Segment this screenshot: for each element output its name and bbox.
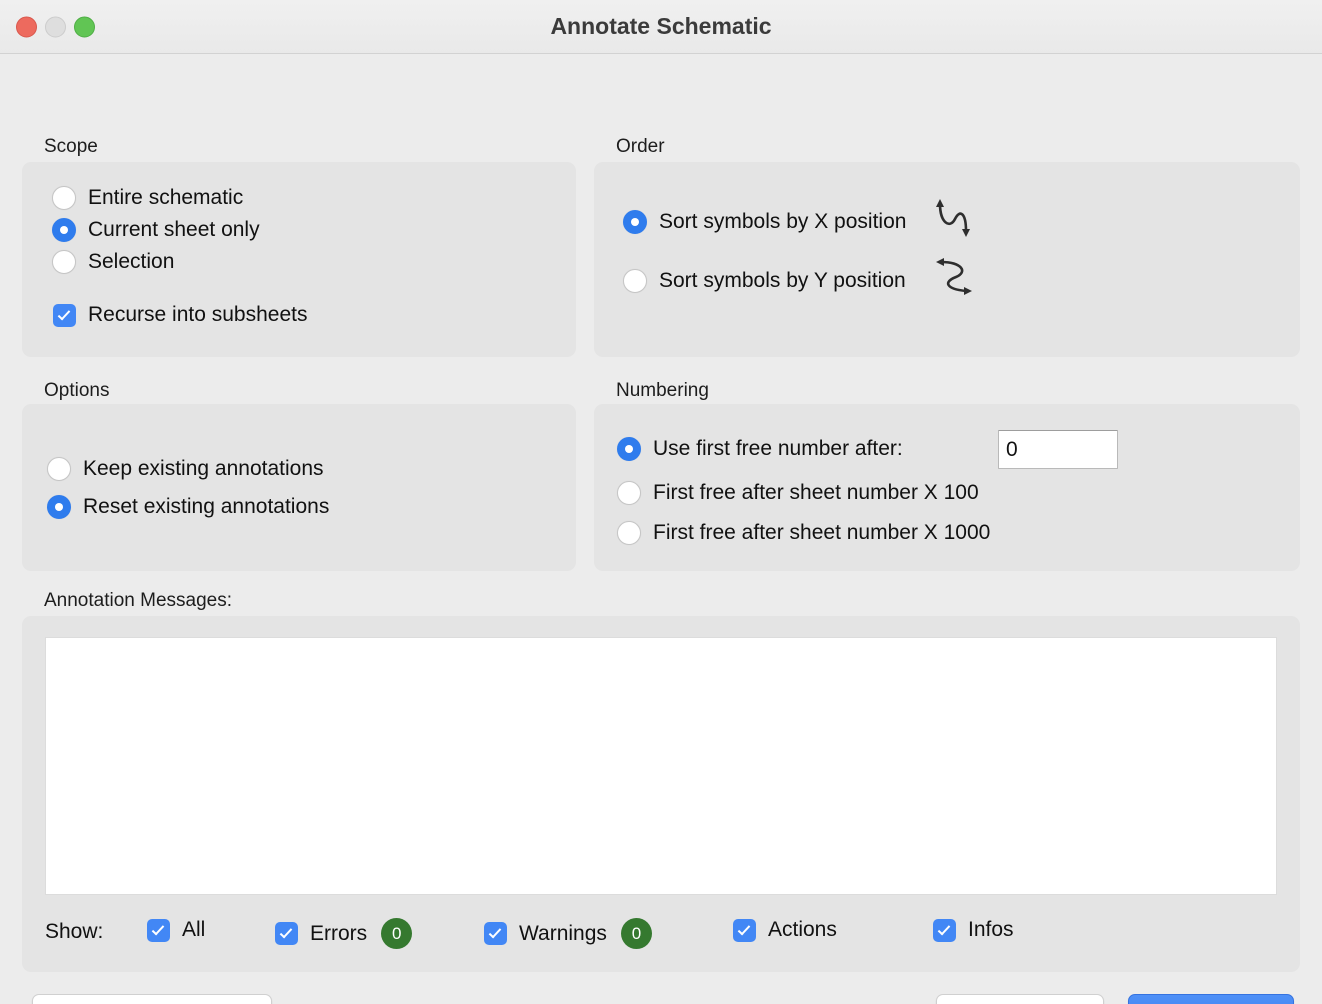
scope-option-label: Current sheet only [88,218,260,242]
radio-current-sheet-only[interactable] [52,218,76,242]
window-title: Annotate Schematic [550,13,771,40]
order-option-sort-by-x[interactable]: Sort symbols by X position [623,193,980,250]
scope-option-label: Selection [88,250,174,274]
show-label: Show: [45,920,103,944]
order-group-label: Order [616,136,665,158]
numbering-first-free-x100[interactable]: First free after sheet number X 100 [617,481,979,505]
scope-option-entire-schematic[interactable]: Entire schematic [52,186,243,210]
options-item-label: Reset existing annotations [83,495,329,519]
radio-sort-by-y-position[interactable] [623,269,647,293]
errors-count-badge: 0 [381,918,412,949]
filter-label: Infos [968,918,1014,942]
order-option-sort-by-y[interactable]: Sort symbols by Y position [623,252,980,309]
scope-option-selection[interactable]: Selection [52,250,174,274]
filter-warnings[interactable]: Warnings 0 [484,918,652,949]
checkbox-recurse-into-subsheets[interactable] [53,304,76,327]
numbering-first-free-x1000[interactable]: First free after sheet number X 1000 [617,521,990,545]
title-bar: Annotate Schematic [0,0,1322,54]
annotation-messages-label: Annotation Messages: [44,590,232,612]
options-groupbox [22,404,576,571]
sort-y-zigzag-icon [928,252,980,309]
checkbox-warnings[interactable] [484,922,507,945]
numbering-use-first-free-number-after[interactable]: Use first free number after: [617,437,903,461]
filter-actions[interactable]: Actions [733,918,837,942]
numbering-item-label: First free after sheet number X 100 [653,481,979,505]
close-button[interactable]: Close [936,994,1104,1004]
first-free-number-input[interactable] [998,430,1118,469]
scope-group-label: Scope [44,136,98,158]
close-window-button[interactable] [16,16,37,37]
filter-label: Errors [310,922,367,946]
clear-annotation-button[interactable]: Clear Annotation [32,994,272,1004]
annotation-messages-group: Show: All Errors 0 Warnings 0 [22,616,1300,972]
message-filter-row: Show: All Errors 0 Warnings 0 [22,908,1300,958]
annotation-messages-panel[interactable] [45,637,1277,895]
scope-option-current-sheet-only[interactable]: Current sheet only [52,218,260,242]
radio-use-first-free-number-after[interactable] [617,437,641,461]
recurse-label: Recurse into subsheets [88,303,307,327]
checkbox-actions[interactable] [733,919,756,942]
filter-label: All [182,918,205,942]
minimize-window-button[interactable] [45,16,66,37]
order-option-label: Sort symbols by Y position [659,269,906,293]
filter-infos[interactable]: Infos [933,918,1014,942]
options-item-label: Keep existing annotations [83,457,324,481]
filter-all[interactable]: All [147,918,205,942]
radio-reset-existing-annotations[interactable] [47,495,71,519]
radio-entire-schematic[interactable] [52,186,76,210]
filter-label: Actions [768,918,837,942]
radio-selection[interactable] [52,250,76,274]
annotate-button[interactable]: Annotate [1128,994,1294,1004]
checkbox-errors[interactable] [275,922,298,945]
dialog-footer: Clear Annotation Close Annotate [0,984,1322,1004]
radio-first-free-after-sheet-x100[interactable] [617,481,641,505]
options-reset-existing-annotations[interactable]: Reset existing annotations [47,495,329,519]
filter-label: Warnings [519,922,607,946]
traffic-light-buttons [16,16,95,37]
numbering-item-label: Use first free number after: [653,437,903,461]
sort-x-zigzag-icon [928,193,980,250]
numbering-item-label: First free after sheet number X 1000 [653,521,990,545]
filter-errors[interactable]: Errors 0 [275,918,412,949]
annotate-schematic-dialog: Annotate Schematic Scope Entire schemati… [0,0,1322,1004]
options-keep-existing-annotations[interactable]: Keep existing annotations [47,457,324,481]
checkbox-infos[interactable] [933,919,956,942]
maximize-window-button[interactable] [74,16,95,37]
order-option-label: Sort symbols by X position [659,210,906,234]
warnings-count-badge: 0 [621,918,652,949]
scope-recurse-into-subsheets[interactable]: Recurse into subsheets [53,303,307,327]
radio-sort-by-x-position[interactable] [623,210,647,234]
options-group-label: Options [44,380,109,402]
radio-first-free-after-sheet-x1000[interactable] [617,521,641,545]
checkbox-all[interactable] [147,919,170,942]
scope-option-label: Entire schematic [88,186,243,210]
numbering-group-label: Numbering [616,380,709,402]
radio-keep-existing-annotations[interactable] [47,457,71,481]
